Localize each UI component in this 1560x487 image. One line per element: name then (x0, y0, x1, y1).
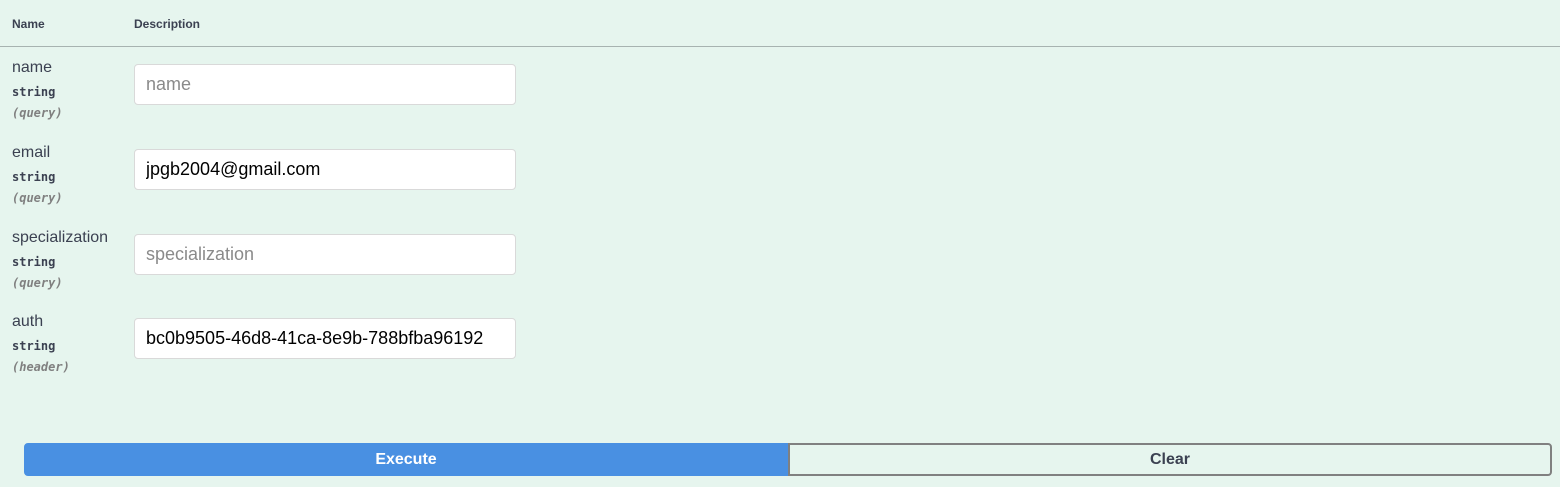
parameter-location: (query) (12, 106, 63, 120)
parameter-location: (header) (12, 360, 70, 374)
parameter-name: auth (12, 313, 44, 330)
parameter-name: name (12, 59, 53, 76)
parameter-type: string (12, 339, 56, 353)
column-header-description: Description (134, 17, 201, 31)
execute-button[interactable]: Execute (24, 443, 788, 476)
parameter-row-email: email string (query) (0, 144, 1560, 224)
parameters-table-header: Name Description (0, 0, 1560, 47)
clear-button[interactable]: Clear (788, 443, 1552, 476)
parameter-type: string (12, 170, 56, 184)
specialization-input[interactable] (134, 234, 516, 275)
auth-input[interactable] (134, 318, 516, 359)
name-input[interactable] (134, 64, 516, 105)
parameter-name: email (12, 144, 51, 161)
execute-wrapper: Execute Clear (24, 443, 1552, 476)
parameter-name: specialization (12, 229, 109, 246)
parameter-location: (query) (12, 276, 63, 290)
column-header-name: Name (12, 17, 45, 31)
email-input[interactable] (134, 149, 516, 190)
parameter-type: string (12, 85, 56, 99)
parameter-location: (query) (12, 191, 63, 205)
parameter-row-auth: auth string (header) (0, 313, 1560, 393)
parameter-row-name: name string (query) (0, 59, 1560, 139)
parameter-row-specialization: specialization string (query) (0, 229, 1560, 309)
parameter-type: string (12, 255, 56, 269)
